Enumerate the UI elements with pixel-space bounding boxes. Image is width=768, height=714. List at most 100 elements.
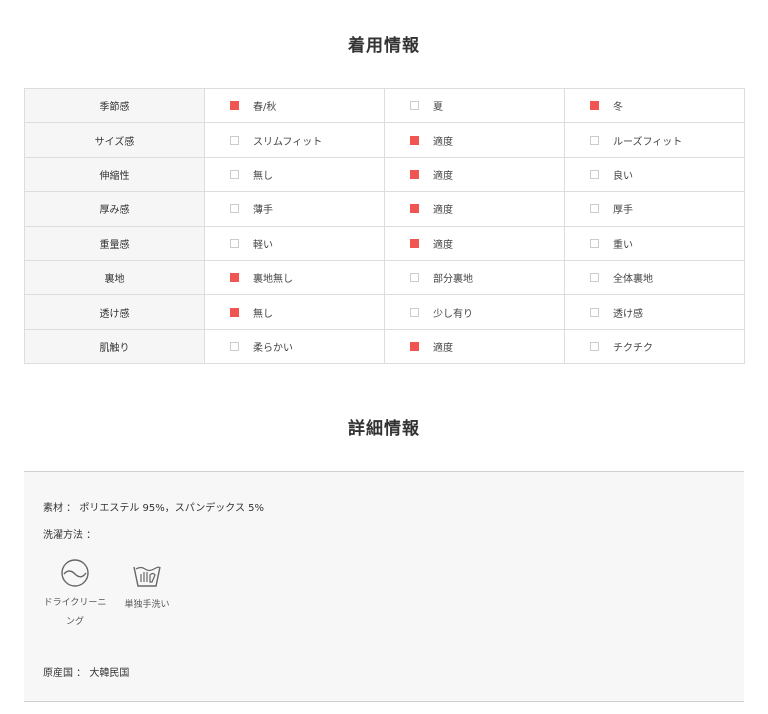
wear-option: 良い: [564, 156, 745, 193]
care-label-dry-cleaning: ドライクリーニング: [43, 598, 107, 627]
unchecked-box-icon: [590, 204, 599, 214]
wear-option-label: 夏: [433, 102, 443, 114]
wear-row: 裏地 裏地無し 部分裏地 全体裏地: [24, 259, 745, 296]
unchecked-box-icon: [590, 273, 599, 283]
wear-option: 適度: [384, 122, 565, 158]
unchecked-box-icon: [230, 169, 239, 179]
wear-row-label: 重量感: [24, 225, 205, 261]
wear-option-label: スリムフィット: [253, 136, 323, 148]
wear-option-label: 無し: [253, 170, 273, 182]
checked-box-icon: [230, 273, 239, 283]
detail-info-title: 詳細情報: [348, 419, 420, 439]
checked-box-icon: [230, 307, 239, 317]
material-text: 素材 ： ポリエステル 95%，スパンデックス 5%: [43, 503, 265, 514]
wear-row-label: 伸縮性: [24, 156, 205, 193]
wear-option-label: 柔らかい: [253, 342, 293, 354]
wear-option-label: 適度: [433, 239, 453, 251]
wear-option: 適度: [384, 191, 565, 227]
wear-row: 重量感 軽い 適度 重い: [24, 225, 745, 261]
wear-option-label: 無し: [253, 308, 273, 320]
unchecked-box-icon: [590, 169, 599, 179]
wear-option: 無し: [204, 294, 385, 330]
wear-option-label: 重い: [613, 239, 633, 251]
wash-method-label: 洗濯方法 ：: [43, 530, 97, 541]
care-label-hand-wash: 単独手洗い: [124, 600, 170, 610]
wear-option-label: 少し有り: [433, 308, 473, 320]
wear-row: 透け感 無し 少し有り 透け感: [24, 294, 745, 330]
wear-option-label: 冬: [613, 102, 623, 114]
hand-wash-icon: [133, 566, 161, 587]
wear-option-label: 薄手: [253, 205, 273, 217]
wear-option: 冬: [564, 87, 745, 124]
unchecked-box-icon: [590, 238, 599, 248]
wear-option-label: 春/秋: [253, 102, 277, 114]
wear-option: スリムフィット: [204, 122, 385, 158]
unchecked-box-icon: [590, 135, 599, 145]
wear-option: チクチク: [564, 328, 745, 365]
wear-option: 適度: [384, 225, 565, 261]
wear-option-label: 適度: [433, 170, 453, 182]
checked-box-icon: [590, 101, 599, 111]
wear-option-label: ルーズフィット: [613, 136, 683, 148]
wear-row: 伸縮性 無し 適度 良い: [24, 156, 745, 193]
wear-option: 無し: [204, 156, 385, 193]
wear-row-label: 肌触り: [24, 328, 205, 365]
dry-cleaning-icon: [61, 559, 89, 587]
wear-option-label: 厚手: [613, 205, 633, 217]
wear-option: 夏: [384, 87, 565, 124]
wear-option: 適度: [384, 156, 565, 193]
checked-box-icon: [410, 135, 419, 145]
wear-option: ルーズフィット: [564, 122, 745, 158]
wear-option: 少し有り: [384, 294, 565, 330]
wear-row-label: サイズ感: [24, 122, 205, 158]
wear-option-label: 透け感: [613, 308, 643, 320]
wear-row: 肌触り 柔らかい 適度 チクチク: [24, 328, 745, 365]
unchecked-box-icon: [410, 307, 419, 317]
wear-option: 柔らかい: [204, 328, 385, 365]
wear-option: 透け感: [564, 294, 745, 330]
checked-box-icon: [410, 169, 419, 179]
wear-row: 厚み感 薄手 適度 厚手: [24, 191, 745, 227]
wear-option-label: 裏地無し: [253, 274, 293, 286]
wear-option: 適度: [384, 328, 565, 365]
checked-box-icon: [230, 101, 239, 111]
care-item-dry-cleaning: ドライクリーニング: [40, 558, 110, 632]
wear-option: 全体裏地: [564, 259, 745, 296]
wear-option: 重い: [564, 225, 745, 261]
unchecked-box-icon: [410, 101, 419, 111]
wear-option: 軽い: [204, 225, 385, 261]
wear-option: 薄手: [204, 191, 385, 227]
wear-option-label: 良い: [613, 170, 633, 182]
unchecked-box-icon: [230, 135, 239, 145]
wear-info-table: 季節感 春/秋夏冬サイズ感 スリムフィット 適度 ルーズフィット 伸縮性 無し 適度 良い 厚み感…: [24, 87, 745, 365]
wear-option-label: 適度: [433, 205, 453, 217]
unchecked-box-icon: [230, 238, 239, 248]
wear-option: 春/秋: [204, 87, 385, 124]
unchecked-box-icon: [590, 307, 599, 317]
origin-text: 原産国 ： 大韓民国: [43, 668, 130, 679]
wear-info-title: 着用情報: [348, 36, 420, 56]
unchecked-box-icon: [230, 341, 239, 351]
unchecked-box-icon: [410, 273, 419, 283]
checked-box-icon: [410, 341, 419, 351]
wear-row-label: 裏地: [24, 259, 205, 296]
wear-option-label: 適度: [433, 136, 453, 148]
wear-row: サイズ感 スリムフィット 適度 ルーズフィット: [24, 122, 745, 158]
wear-option-label: 適度: [433, 342, 453, 354]
wear-row-label: 透け感: [24, 294, 205, 330]
wear-row-label: 季節感: [24, 87, 205, 124]
wear-option-label: チクチク: [613, 342, 653, 354]
wear-option: 厚手: [564, 191, 745, 227]
wear-row-label: 厚み感: [24, 191, 205, 227]
wear-option-label: 部分裏地: [433, 274, 473, 286]
wear-option-label: 軽い: [253, 239, 273, 251]
detail-info-panel: 素材 ： ポリエステル 95%，スパンデックス 5% 洗濯方法 ： ドライクリー…: [24, 471, 744, 702]
checked-box-icon: [410, 204, 419, 214]
wear-option: 裏地無し: [204, 259, 385, 296]
care-item-hand-wash: 単独手洗い: [112, 558, 182, 615]
unchecked-box-icon: [230, 204, 239, 214]
wear-row: 季節感 春/秋 夏 冬: [24, 87, 745, 124]
wear-option: 部分裏地: [384, 259, 565, 296]
wear-option-label: 全体裏地: [613, 274, 653, 286]
unchecked-box-icon: [590, 341, 599, 351]
